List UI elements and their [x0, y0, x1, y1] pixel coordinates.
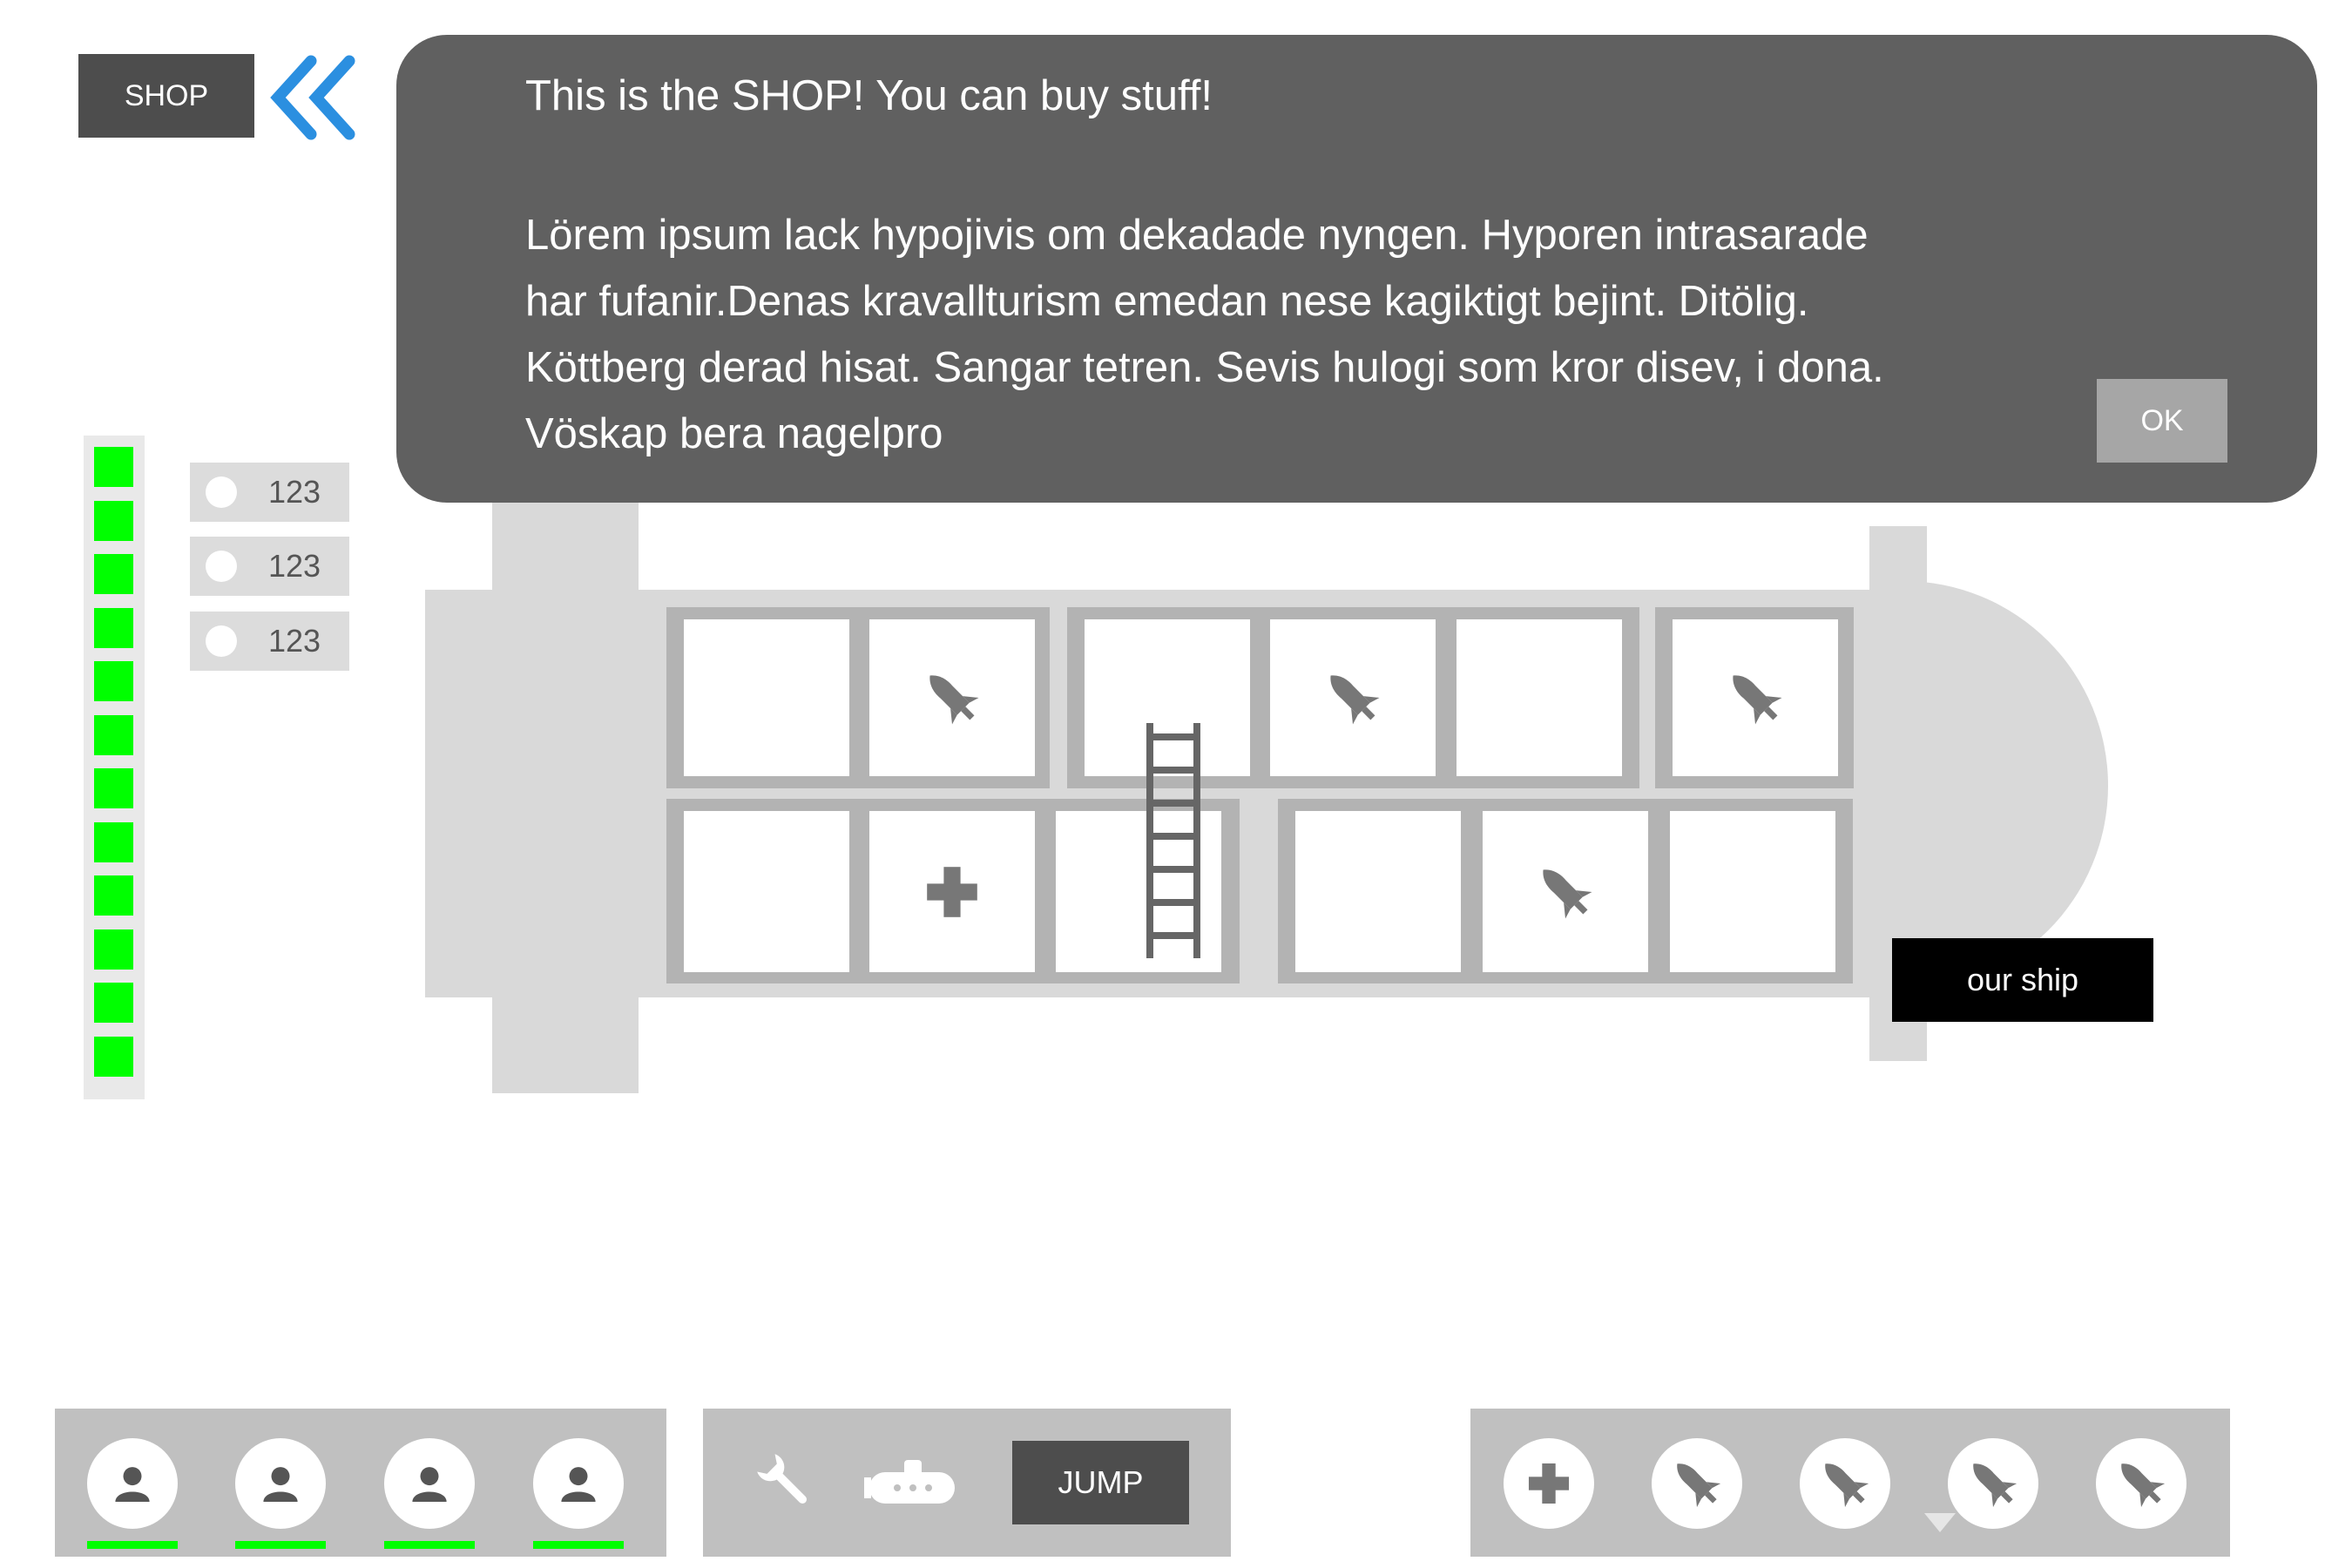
ok-button[interactable]: OK — [2097, 379, 2227, 463]
health-segment — [94, 929, 133, 970]
health-segment — [94, 661, 133, 701]
inventory-slot[interactable] — [1948, 1438, 2038, 1529]
jump-button[interactable]: JUMP — [1012, 1441, 1189, 1524]
health-segment — [94, 447, 133, 487]
room-cell[interactable] — [1670, 811, 1835, 972]
room-group — [1278, 799, 1853, 983]
radio-button[interactable] — [206, 551, 237, 582]
missile-icon — [2109, 1451, 2171, 1513]
health-segment — [94, 554, 133, 594]
person-icon — [412, 1467, 447, 1502]
health-segment — [94, 607, 133, 648]
room-cell[interactable] — [1270, 619, 1436, 776]
inventory-slot[interactable] — [1504, 1438, 1594, 1529]
crew-avatar[interactable] — [235, 1438, 326, 1529]
missile-icon — [1813, 1451, 1875, 1513]
dropdown-caret-icon[interactable] — [1923, 1511, 1957, 1534]
popup-title: This is the SHOP! You can buy stuff! — [525, 72, 1213, 119]
resource-item[interactable]: 123 — [190, 537, 349, 596]
crew-health-bar — [533, 1541, 624, 1549]
room-cell[interactable] — [1295, 811, 1461, 972]
crew-panel — [55, 1409, 666, 1557]
room-group — [666, 607, 1050, 788]
health-bar — [84, 436, 145, 1099]
medical-plus-icon — [927, 866, 977, 917]
health-segment — [94, 821, 133, 862]
health-segment — [94, 875, 133, 916]
resource-item[interactable]: 123 — [190, 612, 349, 671]
crew-health-bar — [384, 1541, 475, 1549]
room-cell[interactable] — [684, 619, 849, 776]
ladder-icon — [1146, 723, 1200, 958]
ship-name-label: our ship — [1892, 938, 2153, 1022]
missile-icon — [916, 662, 986, 732]
radio-button[interactable] — [206, 625, 237, 657]
room-cell[interactable] — [869, 811, 1035, 972]
missile-icon — [1720, 662, 1789, 732]
missile-icon — [1961, 1451, 2023, 1513]
shop-button[interactable]: SHOP — [78, 54, 254, 138]
resource-value: 123 — [268, 548, 321, 584]
missile-icon — [1317, 662, 1387, 732]
crew-health-bar — [235, 1541, 326, 1549]
radio-button[interactable] — [206, 476, 237, 508]
room-cell[interactable] — [1673, 619, 1838, 776]
resource-item[interactable]: 123 — [190, 463, 349, 522]
room-cell[interactable] — [1456, 619, 1622, 776]
health-segment — [94, 983, 133, 1023]
health-segment — [94, 500, 133, 541]
wrench-icon[interactable] — [751, 1448, 821, 1517]
inventory-slot[interactable] — [2096, 1438, 2186, 1529]
resource-value: 123 — [268, 474, 321, 510]
health-segment — [94, 714, 133, 755]
health-segment — [94, 1036, 133, 1077]
crew-avatar[interactable] — [87, 1438, 178, 1529]
person-icon — [115, 1467, 150, 1502]
room-cell[interactable] — [684, 811, 849, 972]
shop-tutorial-popup: This is the SHOP! You can buy stuff! Lör… — [396, 35, 2317, 503]
missile-icon — [1665, 1451, 1727, 1513]
room-cell[interactable] — [1483, 811, 1648, 972]
person-icon — [561, 1467, 596, 1502]
submarine-icon[interactable] — [864, 1456, 960, 1509]
inventory-panel — [1470, 1409, 2230, 1557]
medical-plus-icon — [1528, 1463, 1570, 1504]
health-segment — [94, 768, 133, 808]
popup-body: Lörem ipsum lack hypojivis om dekadade n… — [525, 212, 1884, 457]
resource-value: 123 — [268, 623, 321, 659]
inventory-slot[interactable] — [1652, 1438, 1742, 1529]
crew-health-bar — [87, 1541, 178, 1549]
person-icon — [263, 1467, 298, 1502]
missile-icon — [1530, 855, 1599, 925]
room-cell[interactable] — [869, 619, 1035, 776]
inventory-slot[interactable] — [1800, 1438, 1890, 1529]
room-group — [1655, 607, 1854, 788]
crew-avatar[interactable] — [533, 1438, 624, 1529]
crew-avatar[interactable] — [384, 1438, 475, 1529]
collapse-chevron-icon[interactable] — [266, 52, 362, 148]
